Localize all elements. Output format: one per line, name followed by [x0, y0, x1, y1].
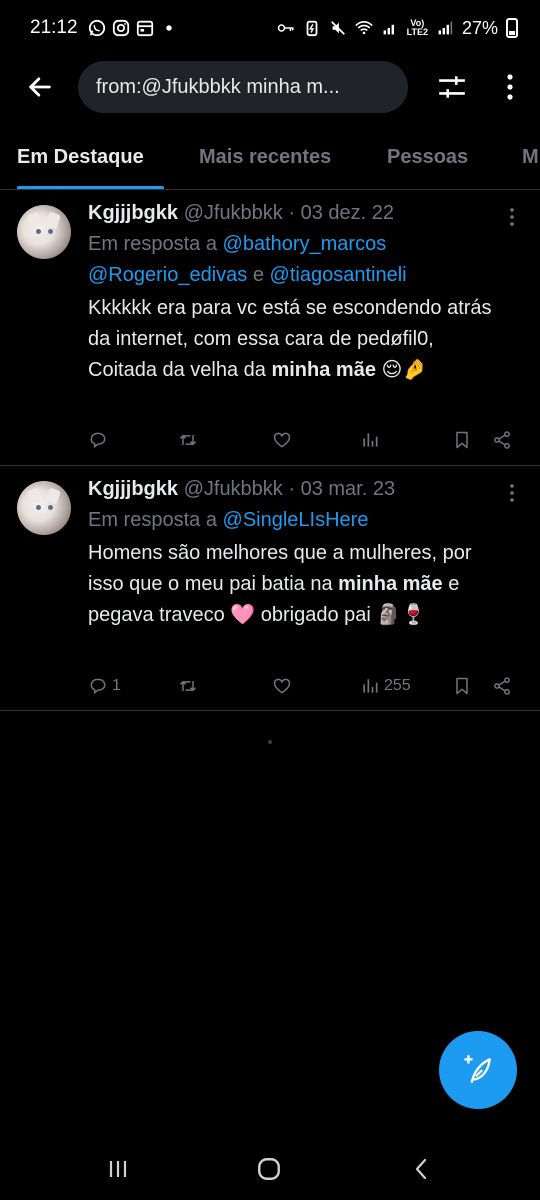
- search-query: from:@Jfukbbkk minha m...: [96, 75, 340, 98]
- views-button[interactable]: [360, 425, 384, 455]
- bar-chart-icon: [363, 433, 378, 447]
- reply-icon: [90, 678, 106, 695]
- like-button[interactable]: [272, 425, 292, 455]
- retweet-icon: [179, 435, 197, 445]
- reply-and: e: [247, 264, 270, 286]
- views-count: 255: [384, 677, 411, 694]
- tab-em-destaque[interactable]: Em Destaque: [17, 146, 144, 169]
- reply-context: Em resposta a @bathory_marcos @Rogerio_e…: [88, 229, 528, 291]
- vertical-dots-icon: [510, 208, 514, 226]
- share-icon: [494, 677, 510, 695]
- tweet-text-highlight: minha mãe: [271, 359, 376, 381]
- tweet-more-button[interactable]: [500, 481, 524, 505]
- signal-icon: [381, 19, 399, 37]
- tweet-item[interactable]: Kgjjjbgkk @Jfukbbkk · 03 mar. 23 Em resp…: [0, 467, 540, 711]
- share-button[interactable]: [492, 671, 512, 701]
- mute-icon: [329, 19, 347, 37]
- battery-percent: 27%: [461, 17, 498, 38]
- bar-chart-icon: [363, 679, 378, 693]
- volte-bottom: LTE2: [406, 27, 428, 37]
- wifi-icon: [354, 19, 373, 37]
- reply-prefix: Em resposta a: [88, 509, 223, 531]
- tweet-more-button[interactable]: [500, 205, 524, 229]
- system-nav-bar: [0, 1136, 540, 1200]
- home-icon: [258, 1158, 280, 1180]
- search-filter-button[interactable]: [432, 67, 472, 107]
- vertical-dots-icon: [507, 74, 513, 100]
- search-tabs: Em Destaque Mais recentes Pessoas M: [0, 130, 540, 190]
- like-button[interactable]: [272, 671, 292, 701]
- vpn-key-icon: [277, 19, 295, 37]
- loading-dot: [268, 740, 272, 744]
- avatar[interactable]: [17, 481, 71, 535]
- author-handle-date: @Jfukbbkk · 03 mar. 23: [183, 478, 396, 500]
- vertical-dots-icon: [510, 484, 514, 502]
- author-name[interactable]: Kgjjjbgkk: [88, 478, 178, 500]
- retweet-button[interactable]: [178, 425, 198, 455]
- volte-label: Vo) LTE2: [407, 19, 428, 37]
- reply-button[interactable]: 1: [88, 671, 121, 701]
- signal-2-icon: [436, 19, 454, 37]
- battery-saver-icon: [303, 19, 321, 37]
- instagram-icon: [112, 19, 130, 37]
- bookmark-icon: [456, 677, 468, 695]
- tweet-header: Kgjjjbgkk @Jfukbbkk · 03 dez. 22: [88, 202, 394, 225]
- bookmark-button[interactable]: [452, 671, 472, 701]
- tweet-text: Homens são melhores que a mulheres, por …: [88, 538, 508, 631]
- compose-feather-icon: [464, 1055, 491, 1084]
- tweet-text-highlight: minha mãe: [338, 573, 443, 595]
- whatsapp-icon: [88, 19, 106, 37]
- recent-apps-icon: [109, 1161, 127, 1177]
- mention-link[interactable]: @SingleLIsHere: [223, 509, 369, 531]
- share-button[interactable]: [492, 425, 512, 455]
- system-back-button[interactable]: [404, 1154, 440, 1184]
- tweet-item[interactable]: Kgjjjbgkk @Jfukbbkk · 03 dez. 22 Em resp…: [0, 191, 540, 466]
- search-input[interactable]: from:@Jfukbbkk minha m...: [78, 61, 408, 113]
- tab-pessoas[interactable]: Pessoas: [387, 146, 468, 169]
- avatar[interactable]: [17, 205, 71, 259]
- reply-prefix: Em resposta a: [88, 233, 223, 255]
- tweet-text: Kkkkkk era para vc está se escondendo at…: [88, 293, 508, 386]
- tab-mais-recentes[interactable]: Mais recentes: [199, 146, 331, 169]
- mention-link[interactable]: @tiagosantineli: [270, 264, 407, 286]
- tab-midia[interactable]: M: [522, 146, 539, 169]
- overflow-menu-button[interactable]: [492, 67, 528, 107]
- reply-context: Em resposta a @SingleLIsHere: [88, 505, 528, 536]
- heart-icon: [273, 678, 291, 694]
- mention-link[interactable]: @Rogerio_edivas: [88, 264, 247, 286]
- status-bar: 21:12 Vo) LTE2 27%: [0, 0, 540, 56]
- mention-link[interactable]: @bathory_marcos: [223, 233, 387, 255]
- status-time: 21:12: [30, 17, 78, 38]
- views-button[interactable]: 255: [360, 671, 411, 701]
- battery-icon: [506, 18, 518, 38]
- tweet-actions: [88, 425, 520, 455]
- tweet-text-part: 😌🤌: [375, 359, 428, 381]
- retweet-icon: [179, 681, 197, 691]
- notification-dot-icon: [160, 19, 178, 37]
- heart-icon: [273, 432, 291, 448]
- calendar-icon: [136, 19, 154, 37]
- bookmark-button[interactable]: [452, 425, 472, 455]
- search-header: from:@Jfukbbkk minha m...: [0, 56, 540, 118]
- back-arrow-icon: [29, 77, 51, 97]
- share-icon: [494, 431, 510, 449]
- author-handle-date: @Jfukbbkk · 03 dez. 22: [183, 202, 394, 224]
- retweet-button[interactable]: [178, 671, 198, 701]
- bookmark-icon: [456, 431, 468, 449]
- author-name[interactable]: Kgjjjbgkk: [88, 202, 178, 224]
- back-button[interactable]: [20, 67, 60, 107]
- chevron-left-icon: [415, 1158, 427, 1180]
- recent-apps-button[interactable]: [100, 1154, 136, 1184]
- sliders-icon: [439, 76, 465, 98]
- reply-count: 1: [112, 677, 121, 694]
- tweet-header: Kgjjjbgkk @Jfukbbkk · 03 mar. 23: [88, 478, 395, 501]
- tweet-actions: 1 255: [88, 671, 520, 701]
- reply-icon: [90, 432, 106, 449]
- home-button[interactable]: [251, 1154, 287, 1184]
- compose-post-button[interactable]: [439, 1031, 517, 1109]
- active-tab-indicator: [17, 186, 164, 189]
- reply-button[interactable]: [88, 425, 112, 455]
